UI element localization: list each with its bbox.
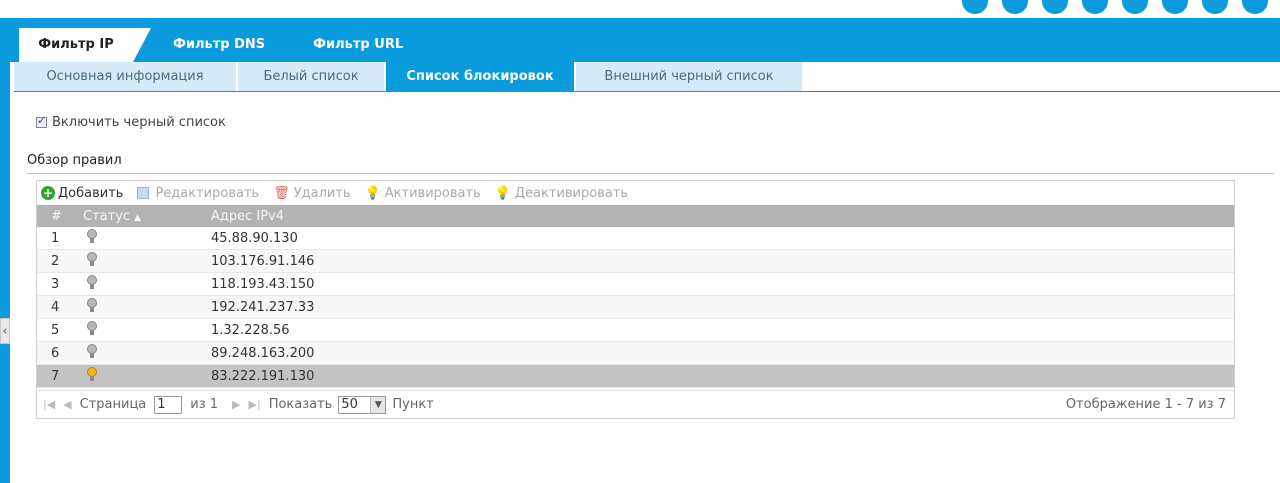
row-number: 2 [51,253,60,269]
delete-label: Удалить [293,185,351,201]
lightbulb-off-icon [87,320,97,336]
row-number: 7 [51,368,60,384]
delete-button[interactable]: 🗑 Удалить [273,186,350,201]
subtab-underline [14,91,1280,92]
page-input[interactable]: 1 [154,395,183,414]
lightbulb-off-icon [87,251,97,267]
header-icon-bar [962,0,1268,14]
grid-toolbar: + Добавить Редактировать 🗑 Удалить 💡 Акт… [37,181,1234,205]
section-divider [27,173,1274,174]
enable-blacklist-row[interactable]: Включить черный список [36,114,226,130]
row-ipv4-address: 45.88.90.130 [211,230,298,246]
trash-icon: 🗑 [273,185,290,201]
tab-url-filter[interactable]: Фильтр URL [289,28,427,62]
page-size-value: 50 [341,397,358,412]
lightbulb-off-icon [87,297,97,313]
table-header: # Статус ▲ Адрес IPv4 [37,205,1234,227]
column-header-number[interactable]: # [37,209,81,224]
header-circle-icon[interactable] [1122,0,1148,14]
display-info: Отображение 1 - 7 из 7 [1065,397,1226,412]
left-rail [0,0,10,483]
deactivate-button[interactable]: 💡 Деактивировать [495,186,628,201]
sort-ascending-icon: ▲ [134,212,142,223]
header-circle-icon[interactable] [1242,0,1268,14]
column-header-status[interactable]: Статус ▲ [81,209,211,224]
column-header-ipv4[interactable]: Адрес IPv4 [211,209,1234,224]
page-count-label: из 1 [190,397,219,412]
row-ipv4-address: 192.241.237.33 [211,299,315,315]
table-row[interactable]: 3 118.193.43.150 [37,273,1234,296]
subtab-blocklist[interactable]: Список блокировок [386,62,574,91]
add-button[interactable]: + Добавить [41,186,123,201]
edit-button[interactable]: Редактировать [137,186,259,201]
table-row[interactable]: 4 192.241.237.33 [37,296,1234,319]
section-title: Обзор правил [27,153,122,168]
prev-page-icon[interactable]: ◀ [63,398,71,411]
row-status [81,274,211,294]
table-row[interactable]: 7 83.222.191.130 [37,365,1234,388]
row-number: 6 [51,345,60,361]
tab-ip-filter[interactable]: Фильтр IP [19,28,151,62]
table-row[interactable]: 5 1.32.228.56 [37,319,1234,342]
header-circle-icon[interactable] [1162,0,1188,14]
activate-button[interactable]: 💡 Активировать [365,186,481,201]
row-ipv4-address: 1.32.228.56 [211,322,290,338]
show-label: Показать [268,397,333,412]
edit-icon [137,187,150,199]
header-circle-icon[interactable] [962,0,988,14]
row-status [81,366,211,386]
page-label: Страница [79,397,147,412]
row-ipv4-address: 118.193.43.150 [211,276,315,292]
header-circle-icon[interactable] [1202,0,1228,14]
row-number: 3 [51,276,60,292]
page-size-select[interactable]: 50 ▼ [338,395,387,414]
first-page-icon[interactable]: |◀ [43,398,55,411]
plus-circle-icon: + [41,186,55,200]
column-header-status-label: Статус [83,208,131,224]
row-number: 5 [51,322,60,338]
row-status [81,320,211,340]
row-status [81,297,211,317]
header-circle-icon[interactable] [1042,0,1068,14]
sub-tabs: Основная информация Белый список Список … [14,62,804,92]
chevron-down-icon[interactable]: ▼ [370,396,386,413]
row-ipv4-address: 83.222.191.130 [211,368,315,384]
subtab-whitelist[interactable]: Белый список [238,62,384,91]
table-row[interactable]: 6 89.248.163.200 [37,342,1234,365]
deactivate-label: Деактивировать [514,185,629,201]
enable-blacklist-checkbox[interactable] [36,114,47,128]
edit-label: Редактировать [155,185,260,201]
items-label: Пункт [392,397,434,412]
last-page-icon[interactable]: ▶| [249,398,261,411]
table-row[interactable]: 1 45.88.90.130 [37,227,1234,250]
lightbulb-off-icon [87,228,97,244]
row-status [81,343,211,363]
enable-blacklist-label: Включить черный список [52,115,226,130]
activate-label: Активировать [384,185,481,201]
next-page-icon[interactable]: ▶ [232,398,240,411]
header-circle-icon[interactable] [1082,0,1108,14]
lightbulb-on-icon [87,366,97,382]
rules-grid: + Добавить Редактировать 🗑 Удалить 💡 Акт… [36,180,1235,419]
row-status [81,251,211,271]
lightbulb-on-icon: 💡 [364,185,381,201]
subtab-basic-info[interactable]: Основная информация [14,62,236,91]
table-row[interactable]: 2 103.176.91.146 [37,250,1234,273]
pagination-bar: |◀ ◀ Страница 1 из 1 ▶ ▶| Показать 50 ▼ … [37,390,1234,418]
lightbulb-off-icon: 💡 [494,185,511,201]
main-tabs: Фильтр IP Фильтр DNS Фильтр URL [19,28,427,62]
collapse-panel-chevron-left-icon[interactable]: ‹ [0,318,10,344]
header-circle-icon[interactable] [1002,0,1028,14]
row-status [81,228,211,248]
row-ipv4-address: 103.176.91.146 [211,253,315,269]
row-number: 4 [51,299,60,315]
row-ipv4-address: 89.248.163.200 [211,345,315,361]
row-number: 1 [51,230,60,246]
table-body: 1 45.88.90.130 2 103.176.91.146 3 118.193.43.… [37,227,1234,388]
lightbulb-off-icon [87,343,97,359]
subtab-external-blacklist[interactable]: Внешний черный список [576,62,802,91]
add-label: Добавить [58,185,124,201]
tab-dns-filter[interactable]: Фильтр DNS [133,28,289,62]
lightbulb-off-icon [87,274,97,290]
